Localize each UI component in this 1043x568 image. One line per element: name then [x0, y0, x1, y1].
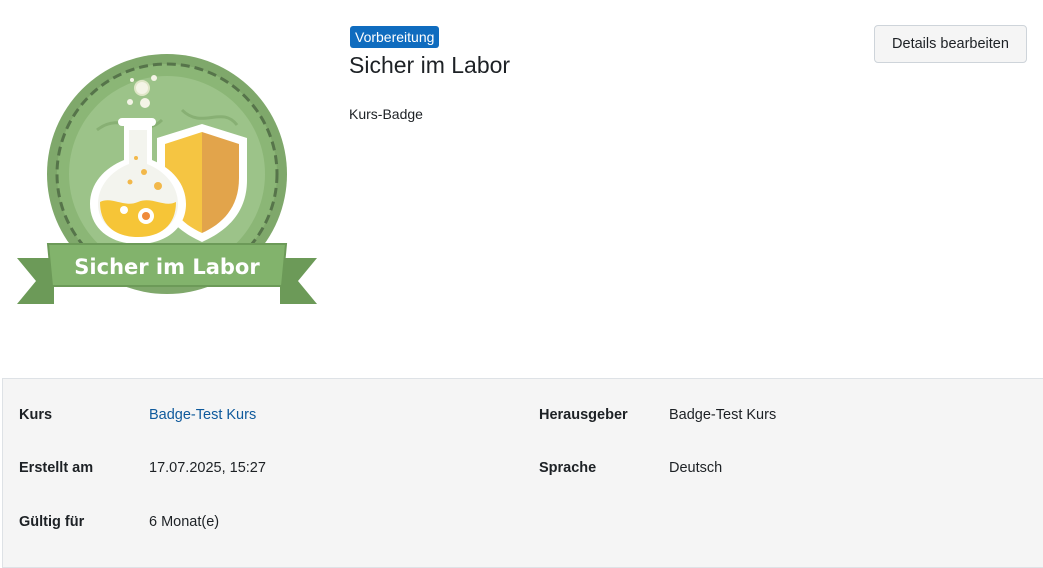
created-value: 17.07.2025, 15:27 — [149, 460, 266, 476]
details-panel: Kurs Badge-Test Kurs Herausgeber Badge-T… — [2, 378, 1043, 568]
valid-label: Gültig für — [19, 514, 85, 530]
language-label: Sprache — [539, 460, 597, 476]
badge-type-label: Kurs-Badge — [349, 106, 423, 122]
page-title: Sicher im Labor — [349, 52, 511, 78]
badge-image-text: Sicher im Labor — [74, 255, 260, 279]
issuer-value: Badge-Test Kurs — [669, 407, 777, 423]
status-badge: Vorbereitung — [350, 26, 440, 48]
valid-value: 6 Monat(e) — [149, 514, 220, 530]
badge-image: Sicher im Labor — [17, 54, 317, 304]
edit-details-button[interactable]: Details bearbeiten — [874, 25, 1027, 63]
issuer-label: Herausgeber — [539, 407, 628, 423]
created-label: Erstellt am — [19, 460, 94, 476]
course-label: Kurs — [19, 407, 53, 423]
course-link[interactable]: Badge-Test Kurs — [149, 407, 256, 423]
language-value: Deutsch — [669, 460, 723, 476]
